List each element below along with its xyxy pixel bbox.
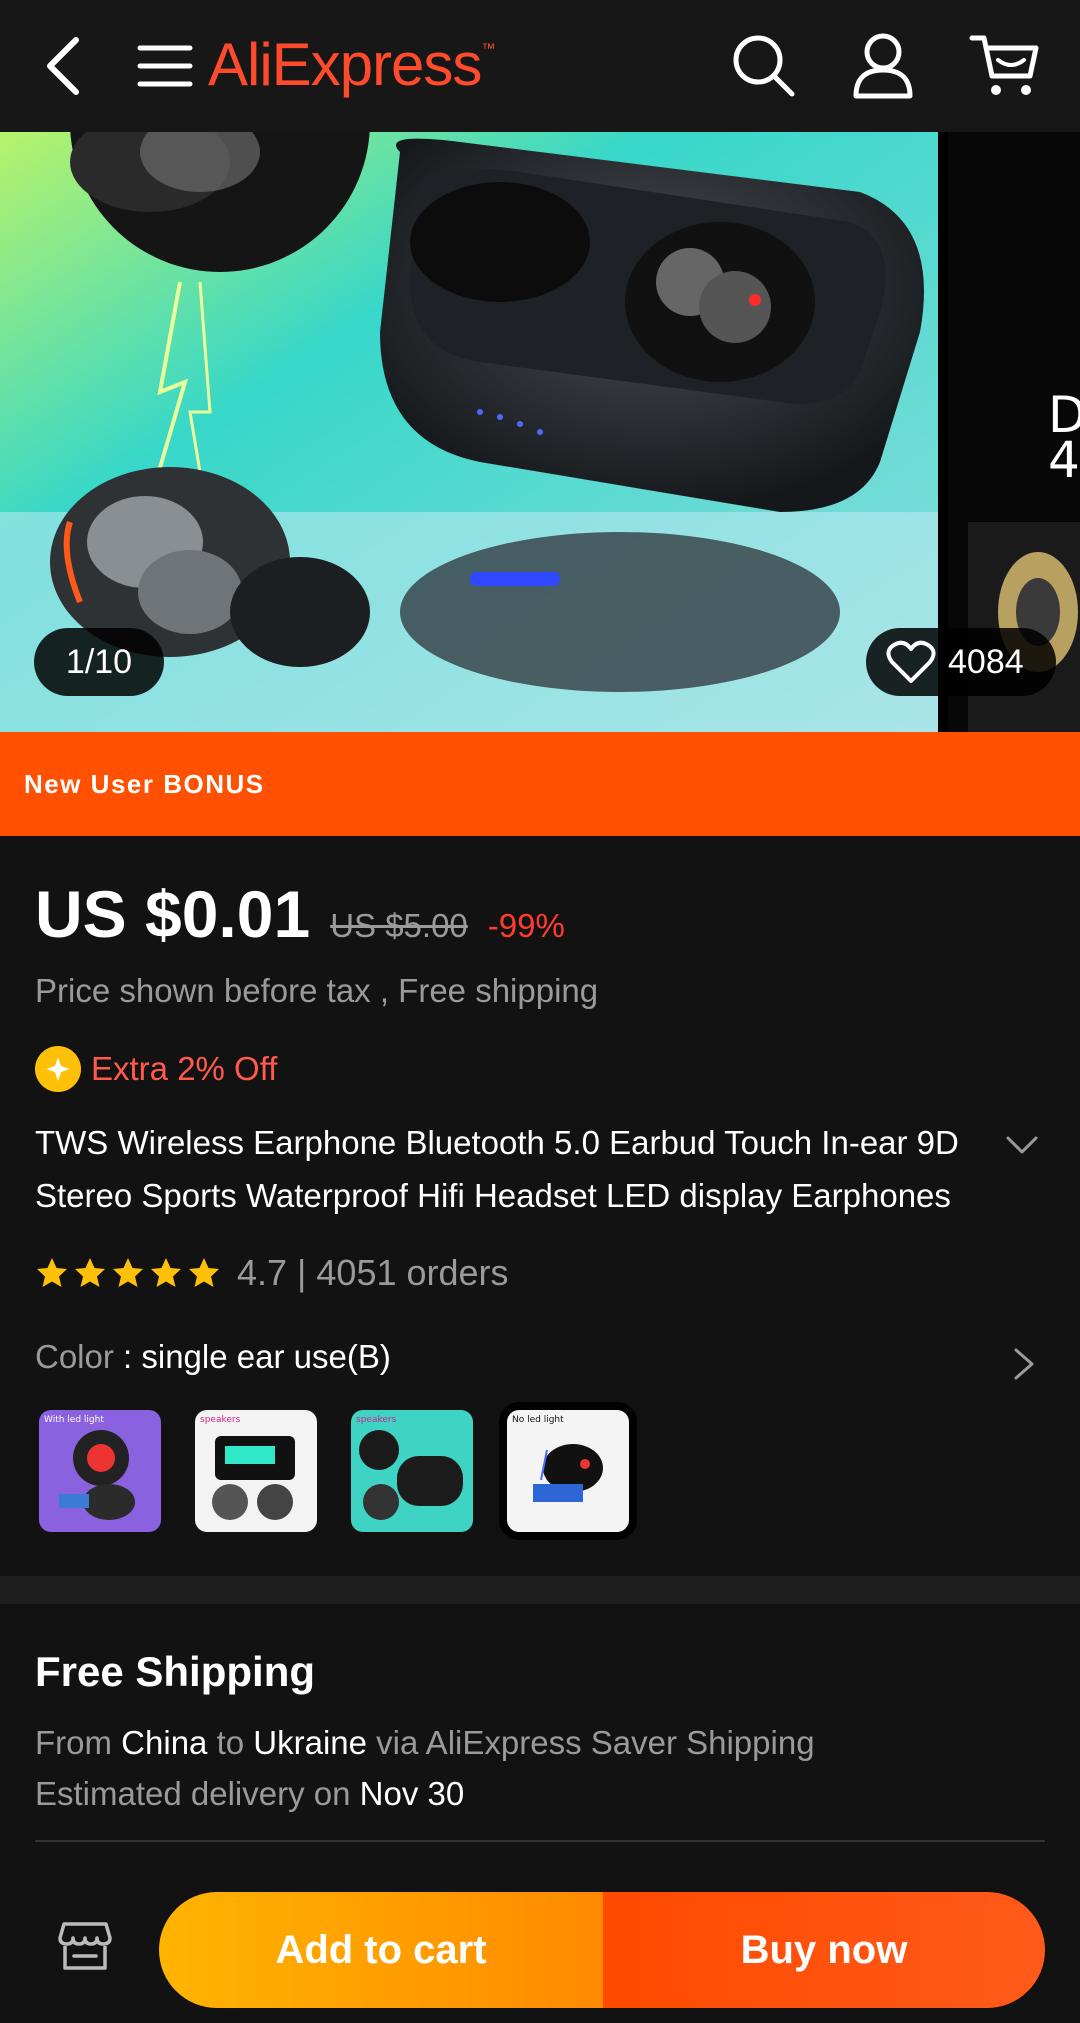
product-title[interactable]: TWS Wireless Earphone Bluetooth 5.0 Earb… <box>35 1116 985 1222</box>
star-icon <box>151 1258 181 1287</box>
color-label: Color <box>35 1338 114 1375</box>
variant-caption: speakers <box>200 1415 241 1425</box>
chevron-right-icon[interactable] <box>1010 1344 1038 1384</box>
cart-icon[interactable] <box>968 30 1042 100</box>
product-image-carousel[interactable]: D 4 1/10 4084 <box>0 132 1080 732</box>
variant-caption: speakers <box>356 1415 397 1425</box>
original-price: US $5.00 <box>330 907 468 944</box>
extra-discount[interactable]: Extra 2% Off <box>35 1046 277 1092</box>
color-variant-thumbnails: With led light speakers speakers No led … <box>35 1402 637 1540</box>
image-counter: 1/10 <box>34 628 164 696</box>
chevron-down-icon[interactable] <box>1002 1126 1042 1166</box>
aliexpress-logo[interactable]: AliExpress™ <box>208 30 495 99</box>
product-info: US $0.01 US $5.00 -99% Price shown befor… <box>0 836 1080 1576</box>
divider <box>35 1840 1045 1842</box>
extra-discount-label: Extra 2% Off <box>91 1050 278 1087</box>
bottom-action-bar: Add to cart Buy now <box>0 1864 1080 2023</box>
new-user-bonus-banner[interactable]: New User BONUS <box>0 732 1080 836</box>
star-icon <box>113 1258 143 1287</box>
color-selector[interactable]: Color : single ear use(B) <box>35 1338 391 1376</box>
estimated-delivery: Estimated delivery on Nov 30 <box>35 1775 465 1812</box>
store-icon[interactable] <box>58 1920 112 1972</box>
bonus-label: New User BONUS <box>24 768 265 799</box>
star-icon <box>37 1258 67 1287</box>
wishlist-count: 4084 <box>948 642 1024 681</box>
buy-now-button[interactable]: Buy now <box>603 1892 1045 2008</box>
variant-caption: No led light <box>512 1415 564 1425</box>
shipping-section[interactable]: Free Shipping From China to Ukraine via … <box>0 1604 1080 1884</box>
variant-thumbnail[interactable]: With led light <box>35 1406 165 1536</box>
rating-row[interactable]: 4.7 | 4051 orders <box>35 1252 509 1294</box>
coin-icon <box>35 1046 81 1092</box>
back-icon[interactable] <box>40 34 88 98</box>
shipping-title: Free Shipping <box>35 1648 316 1695</box>
variant-caption: With led light <box>44 1415 104 1425</box>
variant-thumbnail-selected[interactable]: No led light <box>499 1402 637 1540</box>
top-app-bar: AliExpress™ <box>0 0 1080 132</box>
user-icon[interactable] <box>850 30 916 100</box>
rating-stars <box>35 1256 221 1290</box>
price-row: US $0.01 US $5.00 -99% <box>35 876 565 952</box>
shipping-route: From China to Ukraine via AliExpress Sav… <box>35 1724 815 1761</box>
wishlist-button[interactable]: 4084 <box>866 628 1056 696</box>
variant-thumbnail[interactable]: speakers <box>191 1406 321 1536</box>
star-icon <box>189 1258 219 1287</box>
tax-note: Price shown before tax , Free shipping <box>35 972 599 1009</box>
add-to-cart-button[interactable]: Add to cart <box>159 1892 603 2008</box>
star-icon <box>75 1258 105 1287</box>
heart-icon <box>886 640 936 683</box>
svg-text:4: 4 <box>1048 431 1080 489</box>
color-value: : single ear use(B) <box>113 1338 391 1375</box>
variant-thumbnail[interactable]: speakers <box>347 1406 477 1536</box>
rating-summary: 4.7 | 4051 orders <box>237 1252 509 1293</box>
section-divider <box>0 1576 1080 1604</box>
menu-icon[interactable] <box>136 40 194 92</box>
current-price: US $0.01 <box>35 877 311 951</box>
discount-badge: -99% <box>487 907 565 944</box>
search-icon[interactable] <box>728 30 798 100</box>
